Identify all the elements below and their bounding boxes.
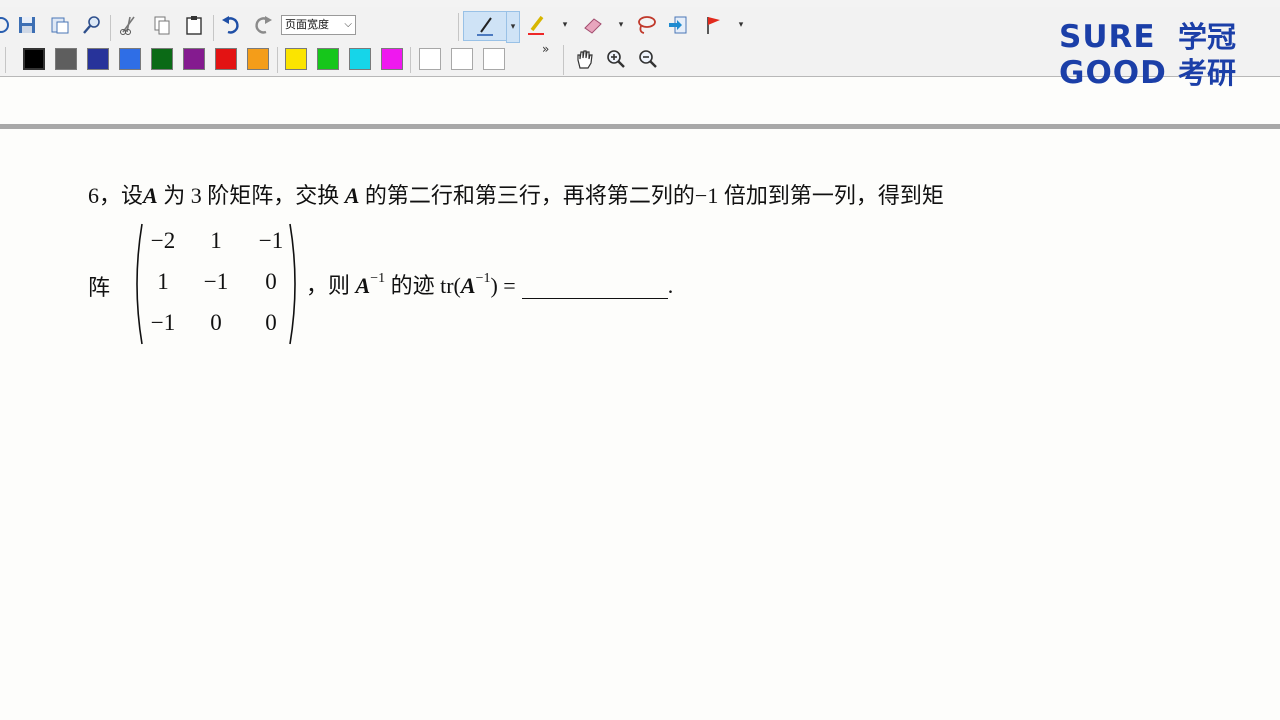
undo-icon[interactable] (218, 12, 244, 38)
matrix-cell: 1 (157, 269, 169, 294)
matrix-cell: 0 (265, 269, 277, 294)
color-swatch-black[interactable] (23, 48, 45, 70)
search-icon[interactable] (79, 12, 105, 38)
matrix-cell: 1 (210, 228, 222, 253)
paste-icon[interactable] (181, 12, 207, 38)
copy-page-icon[interactable] (47, 12, 73, 38)
question-text: 的迹 tr( (385, 273, 461, 298)
color-swatch-red[interactable] (215, 48, 237, 70)
inverse-exponent: −1 (370, 271, 386, 286)
question-line-2-start: 阵 (88, 275, 111, 300)
custom-color-slot-2[interactable] (451, 48, 473, 70)
color-swatch-yellow[interactable] (285, 48, 307, 70)
logo-text-sure: SURE (1059, 19, 1156, 55)
logo-text-kaoyan: 考研 (1178, 56, 1237, 90)
question-text: 倍加到第一列，得到矩 (718, 183, 944, 208)
page-divider (0, 124, 1280, 129)
question-text: ，设 (99, 183, 144, 208)
matrix-cell: 0 (210, 310, 222, 335)
matrix-cell: 0 (265, 310, 277, 335)
cut-icon[interactable] (116, 12, 142, 38)
zoom-select[interactable]: 页面宽度 ⌵ (281, 15, 356, 35)
flag-dropdown-icon[interactable]: ▾ (736, 16, 746, 34)
eraser-icon[interactable] (580, 12, 606, 38)
matrix-cell: −1 (258, 228, 284, 253)
color-swatch-blue[interactable] (119, 48, 141, 70)
logo-text-xueguan: 学冠 (1178, 20, 1237, 54)
insert-icon[interactable] (665, 12, 691, 38)
custom-color-slot-1[interactable] (419, 48, 441, 70)
coefficient: −1 (694, 183, 719, 208)
color-swatch-cyan[interactable] (349, 48, 371, 70)
menu-bar (0, 0, 1280, 7)
separator (5, 47, 6, 73)
question-line-2-end: ，则 A−1 的迹 tr(A−1) =. (306, 268, 673, 300)
pen-tool-button[interactable] (463, 11, 507, 41)
chevron-down-icon: ⌵ (344, 19, 352, 30)
zoom-out-icon[interactable] (635, 46, 661, 72)
custom-color-slot-3[interactable] (483, 48, 505, 70)
question-number: 6 (88, 183, 99, 208)
toolbar-overflow-button[interactable]: » (542, 42, 549, 56)
brand-logo: SURE 学冠 GOOD 考研 (1059, 20, 1259, 92)
color-swatch-gray[interactable] (55, 48, 77, 70)
matrix-cell: −1 (150, 310, 176, 335)
matrix-var-a: A (460, 273, 476, 298)
question-line-1: 6，设A 为 3 阶矩阵，交换 A 的第二行和第三行，再将第二列的−1 倍加到第… (88, 178, 944, 210)
flag-icon[interactable] (700, 12, 726, 38)
separator (110, 15, 111, 41)
zoom-select-value: 页面宽度 (285, 18, 329, 31)
print-icon[interactable] (0, 12, 14, 38)
matrix-var-a: A (143, 183, 158, 208)
separator (563, 45, 564, 75)
zoom-in-icon[interactable] (603, 46, 629, 72)
color-swatch-green[interactable] (151, 48, 173, 70)
color-swatch-lime[interactable] (317, 48, 339, 70)
matrix: −2 1 −1 1 −1 0 −1 0 0 (130, 222, 302, 346)
color-swatch-purple[interactable] (183, 48, 205, 70)
logo-text-good: GOOD (1059, 55, 1167, 91)
matrix-var-a: A (344, 183, 360, 208)
inverse-exponent: −1 (475, 271, 491, 286)
question-text: 为 3 阶矩阵，交换 (157, 183, 345, 208)
hand-pan-icon[interactable] (571, 46, 597, 72)
highlighter-icon[interactable] (523, 12, 549, 38)
color-swatch-magenta[interactable] (381, 48, 403, 70)
separator (213, 15, 214, 41)
separator (458, 13, 459, 41)
color-swatch-navy[interactable] (87, 48, 109, 70)
redo-icon[interactable] (250, 12, 276, 38)
matrix-cell: −1 (203, 269, 229, 294)
matrix-var-a: A (355, 273, 371, 298)
copy-icon[interactable] (149, 12, 175, 38)
save-icon[interactable] (14, 12, 40, 38)
question-text: 的第二行和第三行，再将第二列的 (359, 183, 695, 208)
question-text: ) = (490, 273, 516, 298)
matrix-cell: −2 (150, 228, 176, 253)
color-swatch-orange[interactable] (247, 48, 269, 70)
question-text: . (667, 273, 674, 298)
question-text: ，则 (306, 273, 356, 298)
separator (410, 47, 411, 73)
highlighter-dropdown-icon[interactable]: ▾ (560, 16, 570, 34)
answer-blank (521, 278, 668, 299)
pen-dropdown-icon[interactable]: ▾ (506, 11, 520, 43)
lasso-icon[interactable] (633, 12, 659, 38)
separator (277, 47, 278, 73)
eraser-dropdown-icon[interactable]: ▾ (616, 16, 626, 34)
